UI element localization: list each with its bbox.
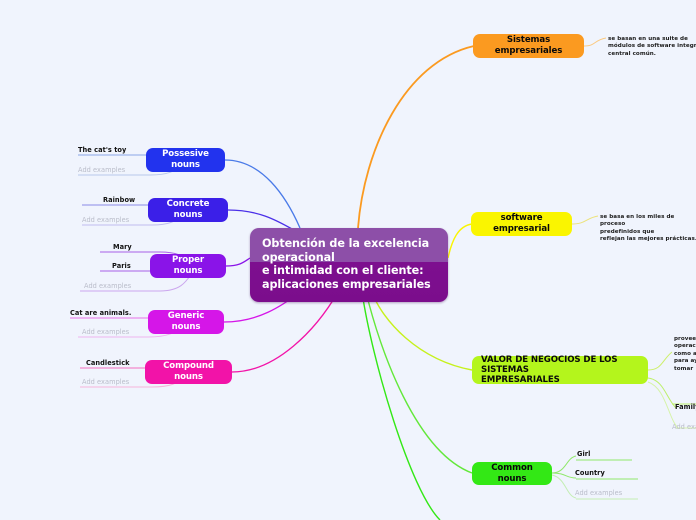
node-software-empresarial[interactable]: software empresarial [471, 212, 572, 236]
connector-concrete [227, 209, 293, 230]
connector-compound [231, 291, 339, 373]
node-valor-negocios[interactable]: VALOR DE NEGOCIOS DE LOS SISTEMAS EMPRES… [472, 355, 648, 385]
hook-note-sistemas [583, 37, 607, 47]
hook-note-software [571, 215, 599, 225]
connector-possesive [224, 159, 301, 229]
hook-add-examples-6 [551, 474, 577, 499]
leaf-add-examples-possesive[interactable]: Add examples [78, 166, 125, 174]
central-node[interactable]: Obtención de la excelencia operacional e… [250, 228, 448, 302]
node-sistemas-empresariales[interactable]: Sistemas empresariales [473, 34, 584, 58]
leaf-girl[interactable]: Girl [577, 450, 590, 458]
leaf-cat-are-animals[interactable]: Cat are animals. [70, 309, 131, 317]
node-compound-nouns[interactable]: Compound nouns [145, 360, 232, 384]
node-concrete-nouns[interactable]: Concrete nouns [148, 198, 228, 222]
note-sistemas-empresariales: se basan en una suite de módulos de soft… [608, 36, 696, 57]
note-valor-negocios: provee operaci como a para ay tomar [674, 336, 696, 372]
hook-family [647, 377, 677, 409]
mindmap-canvas: Obtención de la excelencia operacional e… [0, 0, 696, 520]
connector-sistemas [357, 45, 475, 229]
connector-valor [371, 291, 473, 371]
leaf-paris[interactable]: Paris [112, 262, 131, 270]
leaf-mary[interactable]: Mary [113, 243, 132, 251]
leaf-add-examples-common[interactable]: Add examples [575, 489, 622, 497]
connector-proper [225, 257, 251, 267]
leaf-rainbow[interactable]: Rainbow [103, 196, 135, 204]
connector-software [447, 223, 473, 259]
node-common-nouns[interactable]: Common nouns [472, 462, 552, 485]
node-proper-nouns[interactable]: Proper nouns [150, 254, 226, 278]
leaf-add-examples-compound[interactable]: Add examples [82, 378, 129, 386]
leaf-family[interactable]: Family [675, 403, 696, 411]
node-possesive-nouns[interactable]: Possesive nouns [146, 148, 225, 172]
leaf-add-examples-proper[interactable]: Add examples [84, 282, 131, 290]
leaf-the-cats-toy[interactable]: The cat's toy [78, 146, 126, 154]
leaf-candlestick[interactable]: Candlestick [86, 359, 130, 367]
hook-note-valor [647, 351, 673, 371]
connector-extra [361, 291, 441, 520]
node-generic-nouns[interactable]: Generic nouns [148, 310, 224, 334]
connector-common [365, 291, 473, 474]
leaf-add-examples-concrete[interactable]: Add examples [82, 216, 129, 224]
leaf-add-exa[interactable]: Add exa [672, 423, 696, 431]
hook-country [551, 472, 577, 479]
leaf-add-examples-generic[interactable]: Add examples [82, 328, 129, 336]
note-software-empresarial: se basa en los miles de proceso predefin… [600, 214, 696, 243]
hook-add-exa [647, 381, 679, 429]
hook-girl [551, 455, 577, 474]
leaf-country[interactable]: Country [575, 469, 605, 477]
